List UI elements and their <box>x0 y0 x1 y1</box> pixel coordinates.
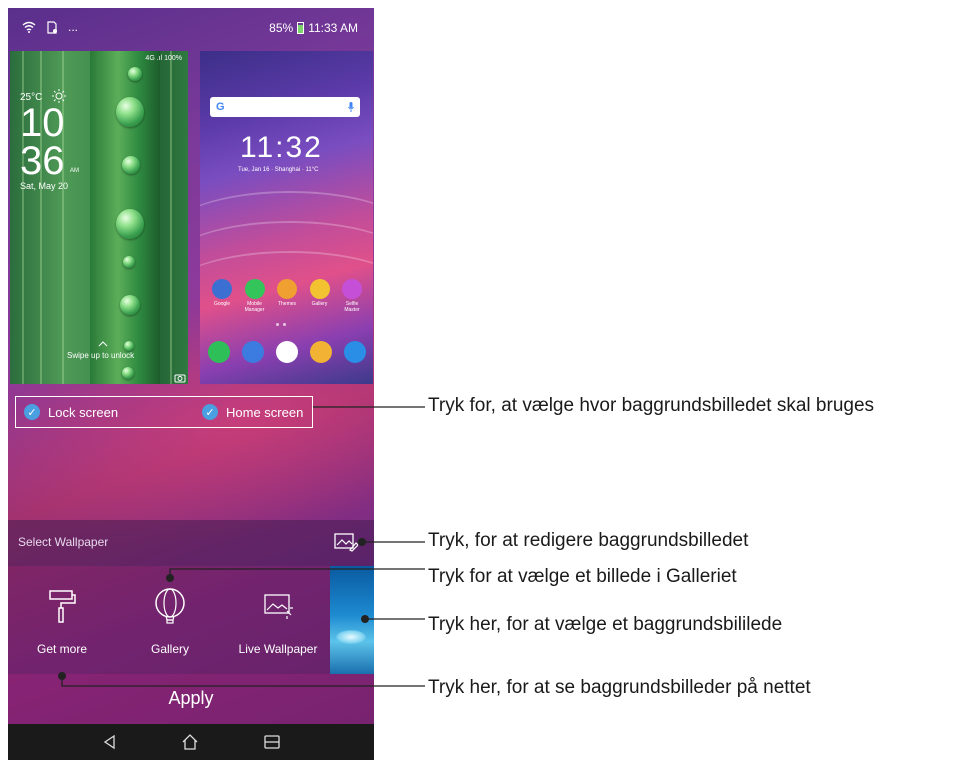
chrome-icon[interactable] <box>310 341 332 363</box>
apply-button[interactable]: Apply <box>8 674 374 724</box>
home-screen-preview[interactable]: G 11:32 Tue, Jan 16 · Shanghai · 11°C Go… <box>200 51 373 384</box>
lock-ampm: AM <box>70 168 79 174</box>
lock-status-bar: 4G .ıl 100% <box>145 55 182 62</box>
apply-label: Apply <box>168 688 214 708</box>
back-icon[interactable] <box>100 732 120 752</box>
water-drop <box>122 156 140 174</box>
app-themes[interactable]: Themes <box>273 279 301 313</box>
get-more-label: Get more <box>36 642 87 656</box>
water-drop <box>123 256 135 268</box>
water-splash <box>336 630 366 644</box>
get-more-button[interactable]: Get more <box>12 566 112 674</box>
status-bar: ... 85% 11:33 AM <box>8 8 374 48</box>
lock-screen-label: Lock screen <box>48 404 119 420</box>
status-time: 11:33 AM <box>308 21 358 35</box>
leaf-stripe <box>170 51 172 384</box>
lock-hour: 10 <box>20 101 65 145</box>
lock-screen-checkbox[interactable]: ✓ Lock screen <box>24 404 118 420</box>
callout-select-target: Tryk for, at vælge hvor baggrundsbillede… <box>428 395 875 416</box>
phone-screen: ... 85% 11:33 AM 4G .ıl 100% 25°C 10 36 … <box>8 8 374 760</box>
callout-wallpaper: Tryk her, for at vælge et baggrundsbilil… <box>428 614 783 635</box>
home-icon[interactable] <box>180 732 200 752</box>
app-label: Google <box>213 301 231 307</box>
google-search-bar[interactable]: G <box>210 97 360 117</box>
app-dock <box>208 341 366 363</box>
wallpaper-source-options: Get more Gallery Live Wallpaper <box>8 566 374 674</box>
app-row: Google Mobile Manager Themes Gallery Sel… <box>208 279 366 313</box>
check-icon: ✓ <box>24 404 40 420</box>
home-screen-label: Home screen <box>226 404 304 420</box>
google-logo: G <box>216 101 225 113</box>
camera-icon <box>174 374 186 383</box>
gallery-label: Gallery <box>150 642 189 656</box>
water-drop <box>116 209 144 239</box>
paint-roller-icon <box>49 590 76 623</box>
app-label: Selfie Master <box>344 301 360 313</box>
app-gallery[interactable]: Gallery <box>306 279 334 313</box>
callout-edit: Tryk, for at redigere baggrundsbilledet <box>428 530 749 551</box>
callout-online: Tryk her, for at se baggrundsbilleder på… <box>428 677 811 698</box>
app-google[interactable]: Google <box>208 279 236 313</box>
swipe-hint: Swipe up to unlock <box>67 351 135 360</box>
water-drop <box>124 341 134 351</box>
recent-apps-icon[interactable] <box>262 732 282 752</box>
water-drop <box>122 367 134 379</box>
themes-icon <box>277 279 297 299</box>
sd-card-icon <box>47 20 57 34</box>
home-date: Tue, Jan 16 · Shanghai · 11°C <box>238 167 319 173</box>
water-drop <box>120 295 140 315</box>
navigation-bar <box>8 724 374 760</box>
app-mobile-manager[interactable]: Mobile Manager <box>241 279 269 313</box>
battery-percent: 85% <box>269 21 294 35</box>
wifi-icon <box>22 21 36 33</box>
live-wallpaper-label: Live Wallpaper <box>238 642 318 656</box>
home-screen-checkbox[interactable]: ✓ Home screen <box>202 404 303 420</box>
lock-minute: 36 <box>20 139 65 183</box>
home-clock: 11:32 <box>240 131 323 164</box>
mic-icon <box>348 102 354 112</box>
balloon-icon <box>155 588 185 624</box>
mobile-manager-icon <box>244 279 265 299</box>
live-wallpaper-icon <box>264 594 293 619</box>
chevron-up-icon <box>98 341 108 347</box>
callout-gallery: Tryk for at vælge et billede i Galleriet <box>428 566 737 587</box>
battery-icon <box>297 22 305 34</box>
gallery-app-icon <box>309 279 330 299</box>
select-wallpaper-bar: Select Wallpaper <box>8 520 374 566</box>
wallpaper-thumbnail[interactable] <box>330 566 374 674</box>
lock-screen-preview[interactable]: 4G .ıl 100% 25°C 10 36 AM Sat, May 20 Sw… <box>10 51 188 384</box>
app-label: Mobile Manager <box>244 301 265 313</box>
water-drop <box>128 67 142 81</box>
gallery-button[interactable]: Gallery <box>120 566 220 674</box>
edit-wallpaper-icon[interactable] <box>334 532 358 552</box>
camera-app-icon[interactable] <box>344 341 366 363</box>
live-wallpaper-button[interactable]: Live Wallpaper <box>228 566 328 674</box>
wallpaper-target-selector: ✓ Lock screen ✓ Home screen <box>15 396 313 428</box>
status-overflow: ... <box>68 20 79 34</box>
select-wallpaper-label: Select Wallpaper <box>18 535 109 549</box>
phone-icon[interactable] <box>208 341 230 363</box>
selfie-master-icon <box>342 279 362 299</box>
app-selfie-master[interactable]: Selfie Master <box>338 279 366 313</box>
app-label: Themes <box>277 301 297 307</box>
check-icon: ✓ <box>202 404 218 420</box>
play-store-icon[interactable] <box>276 341 298 363</box>
page-indicator <box>276 323 286 326</box>
app-label: Gallery <box>311 301 328 307</box>
water-drop <box>116 97 144 127</box>
messages-icon[interactable] <box>242 341 264 363</box>
lock-date: Sat, May 20 <box>20 181 69 191</box>
google-folder-icon <box>212 279 232 299</box>
